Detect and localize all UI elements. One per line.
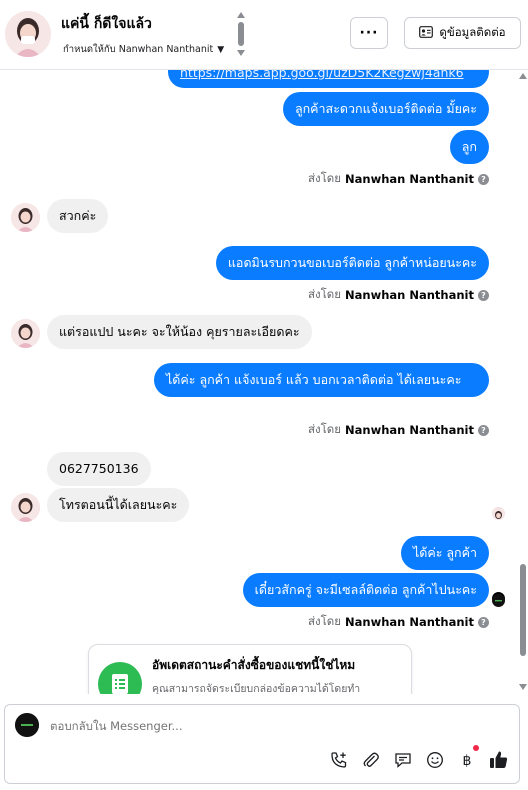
more-options-button[interactable]: ··· <box>350 17 388 49</box>
view-contact-label: ดูข้อมูลติดต่อ <box>439 25 506 39</box>
notification-dot <box>473 745 479 751</box>
contact-name: แค่นี้ ก็ดีใจแล้ว <box>61 16 152 32</box>
map-link[interactable]: https://maps.app.goo.gl/uzD5K2Kegzwj4ahk… <box>180 70 464 80</box>
contact-avatar-small[interactable] <box>11 319 40 348</box>
incoming-message[interactable]: โทรตอนนี้ได้เลยนะคะ <box>47 488 190 522</box>
outgoing-message[interactable]: ลูกค้าสะดวกแจ้งเบอร์ติดต่อ มั้ยคะ <box>282 92 489 126</box>
sent-by-prefix: ส่งโดย <box>307 287 342 301</box>
contact-avatar[interactable] <box>5 11 51 57</box>
incoming-message-phone[interactable]: 0627750136 <box>47 452 151 486</box>
baht-icon[interactable]: ฿ <box>456 749 478 771</box>
sent-by-agent: Nanwhan Nanthanit <box>345 615 474 629</box>
emoji-icon[interactable] <box>424 749 446 771</box>
outgoing-message[interactable]: เดี๋ยวสักครู่ จะมีเซลล์ติดต่อ ลูกค้าไปนะ… <box>242 573 489 607</box>
delivered-receipt-avatar <box>492 592 505 607</box>
reply-composer: ฿ <box>4 704 520 784</box>
card-description: คุณสามารถจัดระเบียบกล่องข้อความได้โดยทำ <box>152 683 361 694</box>
assigned-to-selector[interactable]: กำหนดให้กับ Nanwhan Nanthanit ▼ <box>63 42 224 57</box>
sent-by-label: ส่งโดย Nanwhan Nanthanit ? <box>308 613 489 631</box>
more-dots-icon: ··· <box>359 25 379 41</box>
outgoing-message[interactable]: ลูก <box>449 130 489 164</box>
header-scroll-arrows[interactable] <box>236 10 246 58</box>
info-icon[interactable]: ? <box>478 173 489 185</box>
attach-icon[interactable] <box>360 749 382 771</box>
contact-card-icon <box>419 25 434 41</box>
sent-by-prefix: ส่งโดย <box>307 171 342 185</box>
seen-receipt-avatar <box>492 507 505 520</box>
conversation-header: แค่นี้ ก็ดีใจแล้ว กำหนดให้กับ Nanwhan Na… <box>0 0 528 70</box>
thread-scrollbar[interactable] <box>518 70 528 694</box>
scrollbar-thumb[interactable] <box>520 564 526 656</box>
sent-by-agent: Nanwhan Nanthanit <box>345 288 474 302</box>
sent-by-label: ส่งโดย Nanwhan Nanthanit ? <box>308 421 489 439</box>
sent-by-label: ส่งโดย Nanwhan Nanthanit ? <box>308 170 489 188</box>
incoming-message[interactable]: สวกค่ะ <box>47 199 109 233</box>
outgoing-message[interactable]: ได้ค่ะ ลูกค้า <box>400 536 489 570</box>
reply-input[interactable] <box>50 719 450 733</box>
info-icon[interactable]: ? <box>478 289 489 301</box>
sent-by-prefix: ส่งโดย <box>307 422 342 436</box>
contact-avatar-small[interactable] <box>11 203 40 232</box>
assigned-to-text: กำหนดให้กับ Nanwhan Nanthanit <box>63 44 214 55</box>
info-icon[interactable]: ? <box>478 616 489 628</box>
incoming-message[interactable]: แต่รอแปป นะคะ จะให้น้อง คุยรายละเอียดคะ <box>47 315 312 349</box>
card-title: อัพเดตสถานะคำสั่งซื้อของแชทนี้ใช่ไหม <box>152 658 356 672</box>
phone-add-icon[interactable] <box>328 749 350 771</box>
svg-text:฿: ฿ <box>463 753 472 769</box>
info-icon[interactable]: ? <box>478 424 489 436</box>
caret-down-icon: ▼ <box>217 44 225 55</box>
sent-by-agent: Nanwhan Nanthanit <box>345 172 474 186</box>
thumbs-up-icon[interactable] <box>488 749 510 771</box>
view-contact-button[interactable]: ดูข้อมูลติดต่อ <box>404 17 521 49</box>
contact-avatar-small[interactable] <box>11 493 40 522</box>
sent-by-label: ส่งโดย Nanwhan Nanthanit ? <box>308 286 489 304</box>
order-status-prompt-card[interactable]: อัพเดตสถานะคำสั่งซื้อของแชทนี้ใช่ไหม คุณ… <box>88 644 412 694</box>
order-list-icon <box>98 662 142 694</box>
outgoing-message-link[interactable]: https://maps.app.goo.gl/uzD5K2Kegzwj4ahk… <box>168 70 489 88</box>
sent-by-agent: Nanwhan Nanthanit <box>345 423 474 437</box>
page-avatar <box>15 713 39 737</box>
outgoing-message[interactable]: แอดมินรบกวนขอเบอร์ติดต่อ ลูกค้าหน่อยนะคะ <box>215 246 489 280</box>
outgoing-message[interactable]: ได้ค่ะ ลูกค้า แจ้งเบอร์ แล้ว บอกเวลาติดต… <box>154 363 489 397</box>
saved-reply-icon[interactable] <box>392 749 414 771</box>
sent-by-prefix: ส่งโดย <box>307 614 342 628</box>
message-thread[interactable]: https://maps.app.goo.gl/uzD5K2Kegzwj4ahk… <box>0 70 528 694</box>
